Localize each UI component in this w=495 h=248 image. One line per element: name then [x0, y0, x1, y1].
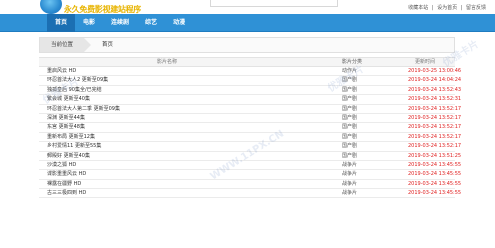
nav-item-home[interactable]: 首页: [47, 14, 76, 32]
update-time: 2019-03-24 13:52:17: [408, 133, 462, 140]
table-row: 重新布局 更新至12集 国产剧 2019-03-24 13:52:17: [39, 133, 461, 143]
video-title-link[interactable]: 乡村爱情11 更新至55集: [47, 142, 101, 151]
breadcrumb-home-link[interactable]: 首页: [102, 38, 113, 52]
video-title-link[interactable]: 重启风云 HD: [47, 67, 76, 76]
bookmark-link[interactable]: 收藏本站: [408, 5, 428, 11]
site-logo-icon[interactable]: [40, 0, 62, 14]
breadcrumb: 当前位置 首页: [39, 37, 455, 53]
video-category: 战争片: [342, 180, 358, 187]
table-row: 独孤皇后 90集全/已完结 国产剧 2019-03-24 13:52:43: [39, 86, 461, 96]
video-category: 战争片: [342, 161, 358, 168]
video-category: 国产剧: [342, 96, 358, 103]
update-time: 2019-03-24 13:52:17: [408, 105, 462, 112]
table-body: 重启风云 HD 动作片 2019-03-25 13:00:46 环忍首法大人2 更新至…: [39, 67, 461, 199]
table-row: 繁会城 更新至40集 国产剧 2019-03-24 13:52:31: [39, 95, 461, 105]
video-title-link[interactable]: 谍影重重风云 HD: [47, 170, 86, 179]
feedback-link[interactable]: 留言反馈: [466, 5, 486, 11]
video-category: 国产剧: [342, 133, 358, 140]
nav-item-series[interactable]: 连续剧: [103, 14, 137, 32]
table-row: 深渊 更新至44集 国产剧 2019-03-24 13:52:17: [39, 114, 461, 124]
video-title-link[interactable]: 独孤皇后 90集全/已完结: [47, 86, 102, 95]
video-category: 国产剧: [342, 86, 358, 93]
video-title-link[interactable]: 深渊 更新至44集: [47, 114, 85, 123]
update-time: 2019-03-24 13:45:55: [408, 190, 462, 197]
header-time: 更新时间: [415, 59, 436, 65]
video-title-link[interactable]: 古三三极四到 HD: [47, 189, 86, 198]
nav-item-variety[interactable]: 综艺: [137, 14, 165, 32]
table-row: 重启风云 HD 动作片 2019-03-25 13:00:46: [39, 67, 461, 77]
header-name: 影片名称: [157, 59, 178, 65]
header-category: 影片分类: [342, 59, 363, 65]
video-title-link[interactable]: 沙漠之狐 HD: [47, 161, 76, 170]
search-input[interactable]: [210, 0, 338, 7]
table-row: 环忍首法大人第二季 更新至09集 国产剧 2019-03-24 13:52:17: [39, 105, 461, 114]
update-time: 2019-03-24 13:45:55: [408, 180, 462, 187]
site-header: 永久免费影视建站程序 收藏本站 | 设为首页 | 留言反馈: [0, 0, 495, 14]
video-title-link[interactable]: 重新布局 更新至12集: [47, 133, 95, 142]
video-title-link[interactable]: 环忍首法大人第二季 更新至09集: [47, 105, 120, 114]
video-category: 国产剧: [342, 143, 358, 150]
video-category: 动作片: [342, 68, 358, 74]
update-time: 2019-03-24 13:51:25: [408, 152, 462, 159]
separator: |: [460, 5, 463, 11]
update-list-table: 影片名称 影片分类 更新时间 重启风云 HD 动作片 2019-03-25 13:0…: [39, 57, 461, 199]
top-links: 收藏本站 | 设为首页 | 留言反馈: [407, 4, 487, 11]
video-category: 国产剧: [342, 124, 358, 131]
separator: |: [431, 5, 434, 11]
update-time: 2019-03-24 13:52:17: [408, 143, 462, 150]
table-row: 环忍首法大人2 更新至09集 国产剧 2019-03-24 14:04:24: [39, 76, 461, 86]
video-category: 战争片: [342, 171, 358, 178]
video-category: 国产剧: [342, 77, 358, 84]
main-nav: 首页 电影 连续剧 综艺 动漫: [0, 14, 495, 32]
update-time: 2019-03-24 13:45:55: [408, 171, 462, 178]
update-time: 2019-03-24 13:52:17: [408, 124, 462, 131]
table-header: 影片名称 影片分类 更新时间: [39, 58, 455, 67]
video-title-link[interactable]: 环忍首法大人2 更新至09集: [47, 76, 108, 85]
table-row: 乡村爱情11 更新至55集 国产剧 2019-03-24 13:52:17: [39, 142, 461, 152]
table-row: 沙漠之狐 HD 战争片 2019-03-24 13:45:55: [39, 161, 461, 171]
update-time: 2019-03-24 13:52:31: [408, 96, 462, 103]
table-row: 古三三极四到 HD 战争片 2019-03-24 13:45:55: [39, 189, 461, 199]
set-homepage-link[interactable]: 设为首页: [437, 5, 457, 11]
video-title-link[interactable]: 裸露在疆野 HD: [47, 180, 81, 189]
breadcrumb-label: 当前位置: [40, 38, 91, 52]
nav-item-anime[interactable]: 动漫: [165, 14, 193, 32]
video-category: 战争片: [342, 190, 358, 197]
update-time: 2019-03-24 13:52:17: [408, 114, 462, 121]
update-time: 2019-03-24 14:04:24: [408, 77, 462, 84]
table-row: 东宫 更新至48集 国产剧 2019-03-24 13:52:17: [39, 123, 461, 133]
table-row: 裸露在疆野 HD 战争片 2019-03-24 13:45:55: [39, 180, 461, 190]
table-row: 谍影重重风云 HD 战争片 2019-03-24 13:45:55: [39, 170, 461, 180]
update-time: 2019-03-24 13:52:43: [408, 86, 462, 93]
video-category: 国产剧: [342, 105, 358, 112]
nav-item-movies[interactable]: 电影: [75, 14, 103, 32]
video-title-link[interactable]: 郵殿好 更新至40集: [47, 152, 90, 161]
update-time: 2019-03-24 13:45:55: [408, 161, 462, 168]
video-category: 国产剧: [342, 152, 358, 159]
video-category: 国产剧: [342, 114, 358, 121]
video-title-link[interactable]: 繁会城 更新至40集: [47, 95, 90, 104]
update-time: 2019-03-25 13:00:46: [408, 68, 462, 74]
table-row: 郵殿好 更新至40集 国产剧 2019-03-24 13:51:25: [39, 152, 461, 161]
video-title-link[interactable]: 东宫 更新至48集: [47, 123, 85, 132]
